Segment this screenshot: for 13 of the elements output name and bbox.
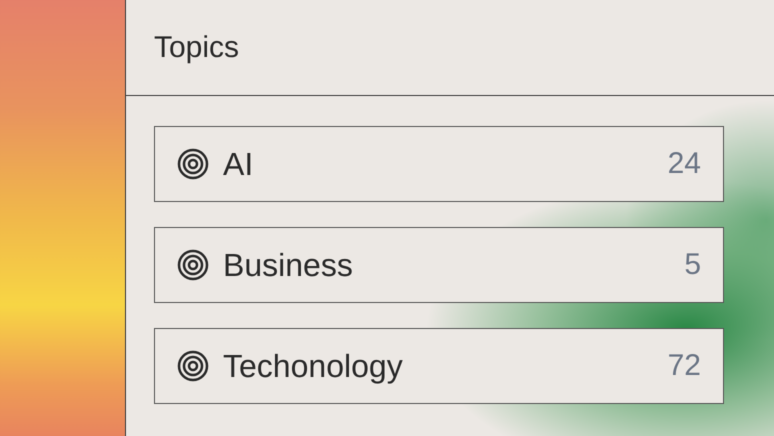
target-icon <box>177 249 209 281</box>
target-icon <box>177 350 209 382</box>
panel-title: Topics <box>154 30 240 64</box>
topic-label: Techonology <box>223 348 404 384</box>
topic-label: AI <box>223 146 254 182</box>
topic-item[interactable]: Business 5 <box>154 227 724 303</box>
topic-count: 72 <box>668 349 701 383</box>
topic-item[interactable]: Techonology 72 <box>154 328 724 404</box>
topic-label: Business <box>223 246 354 284</box>
topic-item[interactable]: AI 24 <box>154 126 724 202</box>
topic-count: 5 <box>684 248 701 282</box>
topic-count: 24 <box>668 147 701 181</box>
target-icon <box>177 148 209 180</box>
